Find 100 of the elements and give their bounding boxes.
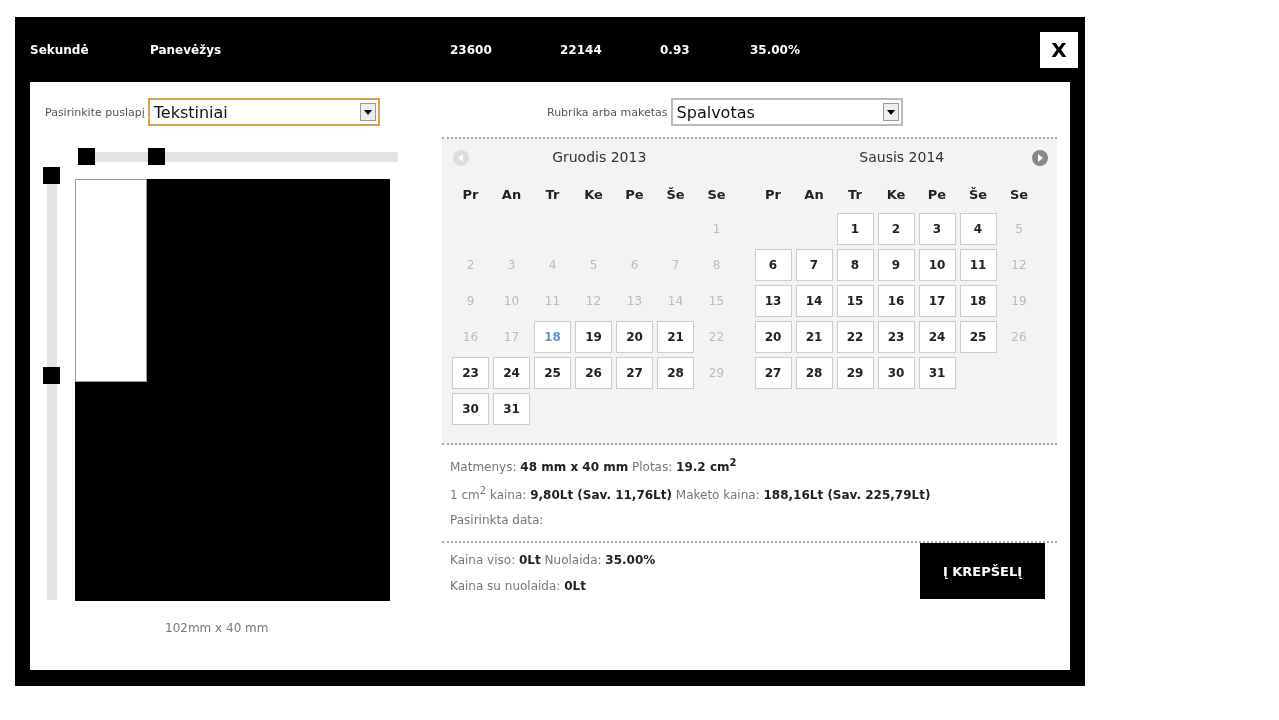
unavailable-day: 26 xyxy=(1000,321,1038,353)
calendar-date[interactable]: 19 xyxy=(575,321,612,353)
weekday-label: An xyxy=(803,186,825,204)
info-text: Pasirinkta data: xyxy=(450,513,545,527)
month-title: Gruodis 2013 xyxy=(552,149,647,167)
calendar-date[interactable]: 31 xyxy=(918,357,956,389)
unavailable-day: 14 xyxy=(657,285,694,317)
unavailable-day: 6 xyxy=(616,249,653,281)
unavailable-day: 19 xyxy=(1000,285,1038,317)
weekday-label: Se xyxy=(1008,186,1030,204)
weekday-label: Pr xyxy=(461,186,480,204)
month-title: Sausis 2014 xyxy=(859,149,945,167)
weekday-label: Ke xyxy=(583,186,604,204)
weekday-label: Pe xyxy=(624,186,645,204)
unavailable-day: 16 xyxy=(452,321,489,353)
info-text: 1 cm$^{2}$ kaina: 9,80Lt (Sav. 11,76Lt) Maketo kaina: 188,16Lt (Sav. 225,79Lt) xyxy=(450,485,932,502)
calendar-date[interactable]: 4 xyxy=(959,213,997,245)
unavailable-day: 5 xyxy=(1000,213,1038,245)
calendar-date[interactable]: 23 xyxy=(877,321,915,353)
calendar-date[interactable]: 21 xyxy=(795,321,833,353)
calendar-date[interactable]: 20 xyxy=(754,321,792,353)
unavailable-day: 17 xyxy=(493,321,530,353)
header-text: Sekundė xyxy=(30,42,90,57)
unavailable-day: 1 xyxy=(698,213,735,245)
calendar-date[interactable]: 1 xyxy=(836,213,874,245)
next-icon[interactable] xyxy=(1031,149,1049,167)
calendar-date[interactable]: 29 xyxy=(836,357,874,389)
slider-thumb[interactable] xyxy=(147,148,165,165)
calendar-date[interactable]: 7 xyxy=(795,249,833,281)
unavailable-day: 9 xyxy=(452,285,489,317)
unavailable-day: 12 xyxy=(1000,249,1038,281)
calendar-date[interactable]: 31 xyxy=(493,393,530,425)
calendar-date[interactable]: 28 xyxy=(795,357,833,389)
header-text: 35.00% xyxy=(750,42,801,57)
calendar-date[interactable]: 30 xyxy=(877,357,915,389)
calendar-date[interactable]: 6 xyxy=(754,249,792,281)
calendar-date[interactable]: 27 xyxy=(754,357,792,389)
calendar-date[interactable]: 24 xyxy=(493,357,530,389)
calendar-date[interactable]: 3 xyxy=(918,213,956,245)
calendar-date[interactable]: 10 xyxy=(918,249,956,281)
unavailable-day: 4 xyxy=(534,249,571,281)
info-text: Matmenys: 48 mm x 40 mm Plotas: 19.2 cm$^{2}$ xyxy=(450,457,738,474)
calendar-date[interactable]: 26 xyxy=(575,357,612,389)
calendar-date[interactable]: 25 xyxy=(534,357,571,389)
unavailable-day: 29 xyxy=(698,357,735,389)
calendar-date[interactable]: 11 xyxy=(959,249,997,281)
slider-thumb[interactable] xyxy=(43,167,60,184)
calendar-date[interactable]: 9 xyxy=(877,249,915,281)
calendar-date[interactable]: 17 xyxy=(918,285,956,317)
dropdown-select[interactable]: Spalvotas xyxy=(670,98,903,126)
unavailable-day: 15 xyxy=(698,285,735,317)
calendar-date[interactable]: 27 xyxy=(616,357,653,389)
unavailable-day: 3 xyxy=(493,249,530,281)
weekday-label: Se xyxy=(706,186,727,204)
slider-thumb[interactable] xyxy=(78,148,95,165)
unavailable-day: 7 xyxy=(657,249,694,281)
calendar-date[interactable]: 25 xyxy=(959,321,997,353)
weekday-label: Še xyxy=(967,186,989,204)
unavailable-day: 13 xyxy=(616,285,653,317)
calendar-date[interactable]: 20 xyxy=(616,321,653,353)
weekday-label: Še xyxy=(665,186,686,204)
unavailable-day: 2 xyxy=(452,249,489,281)
calendar-date[interactable]: 30 xyxy=(452,393,489,425)
preview-size: 102mm x 40 mm xyxy=(165,621,269,635)
calendar-date[interactable]: 23 xyxy=(452,357,489,389)
slider-thumb[interactable] xyxy=(43,366,60,384)
weekday-label: Tr xyxy=(847,186,863,204)
unavailable-day: 12 xyxy=(575,285,612,317)
calendar-date[interactable]: 14 xyxy=(795,285,833,317)
calendar-date[interactable]: 28 xyxy=(657,357,694,389)
price-text: Kaina viso: 0Lt Nuolaida: 35.00% xyxy=(450,553,656,567)
unavailable-day: 22 xyxy=(698,321,735,353)
unavailable-day: 8 xyxy=(698,249,735,281)
select-label: Rubrika arba maketas xyxy=(547,105,668,119)
header-text: Panevėžys xyxy=(150,42,223,57)
calendar-date[interactable]: 15 xyxy=(836,285,874,317)
weekday-label: An xyxy=(500,186,523,204)
weekday-label: Pr xyxy=(764,186,782,204)
calendar-date[interactable]: 18 xyxy=(959,285,997,317)
price-text: Kaina su nuolaida: 0Lt xyxy=(450,579,587,593)
unavailable-day: 5 xyxy=(575,249,612,281)
calendar-date[interactable]: 24 xyxy=(918,321,956,353)
select-label: Pasirinkite puslapį xyxy=(45,105,145,119)
close-button[interactable]: X xyxy=(1040,31,1078,68)
calendar-date[interactable]: 8 xyxy=(836,249,874,281)
calendar-date[interactable]: 16 xyxy=(877,285,915,317)
add-to-cart-button[interactable]: Į KREPŠELĮ xyxy=(920,543,1045,599)
unavailable-day: 11 xyxy=(534,285,571,317)
header-text: 23600 xyxy=(450,42,493,57)
calendar-date[interactable]: 22 xyxy=(836,321,874,353)
dropdown-select[interactable]: Tekstiniai xyxy=(147,98,380,126)
calendar-date[interactable]: 2 xyxy=(877,213,915,245)
header-text: 22144 xyxy=(560,42,603,57)
weekday-label: Ke xyxy=(885,186,907,204)
calendar-date[interactable]: 13 xyxy=(754,285,792,317)
weekday-label: Pe xyxy=(926,186,948,204)
weekday-label: Tr xyxy=(544,186,561,204)
calendar-date[interactable]: 21 xyxy=(657,321,694,353)
header-text: 0.93 xyxy=(660,42,691,57)
unavailable-day: 10 xyxy=(493,285,530,317)
